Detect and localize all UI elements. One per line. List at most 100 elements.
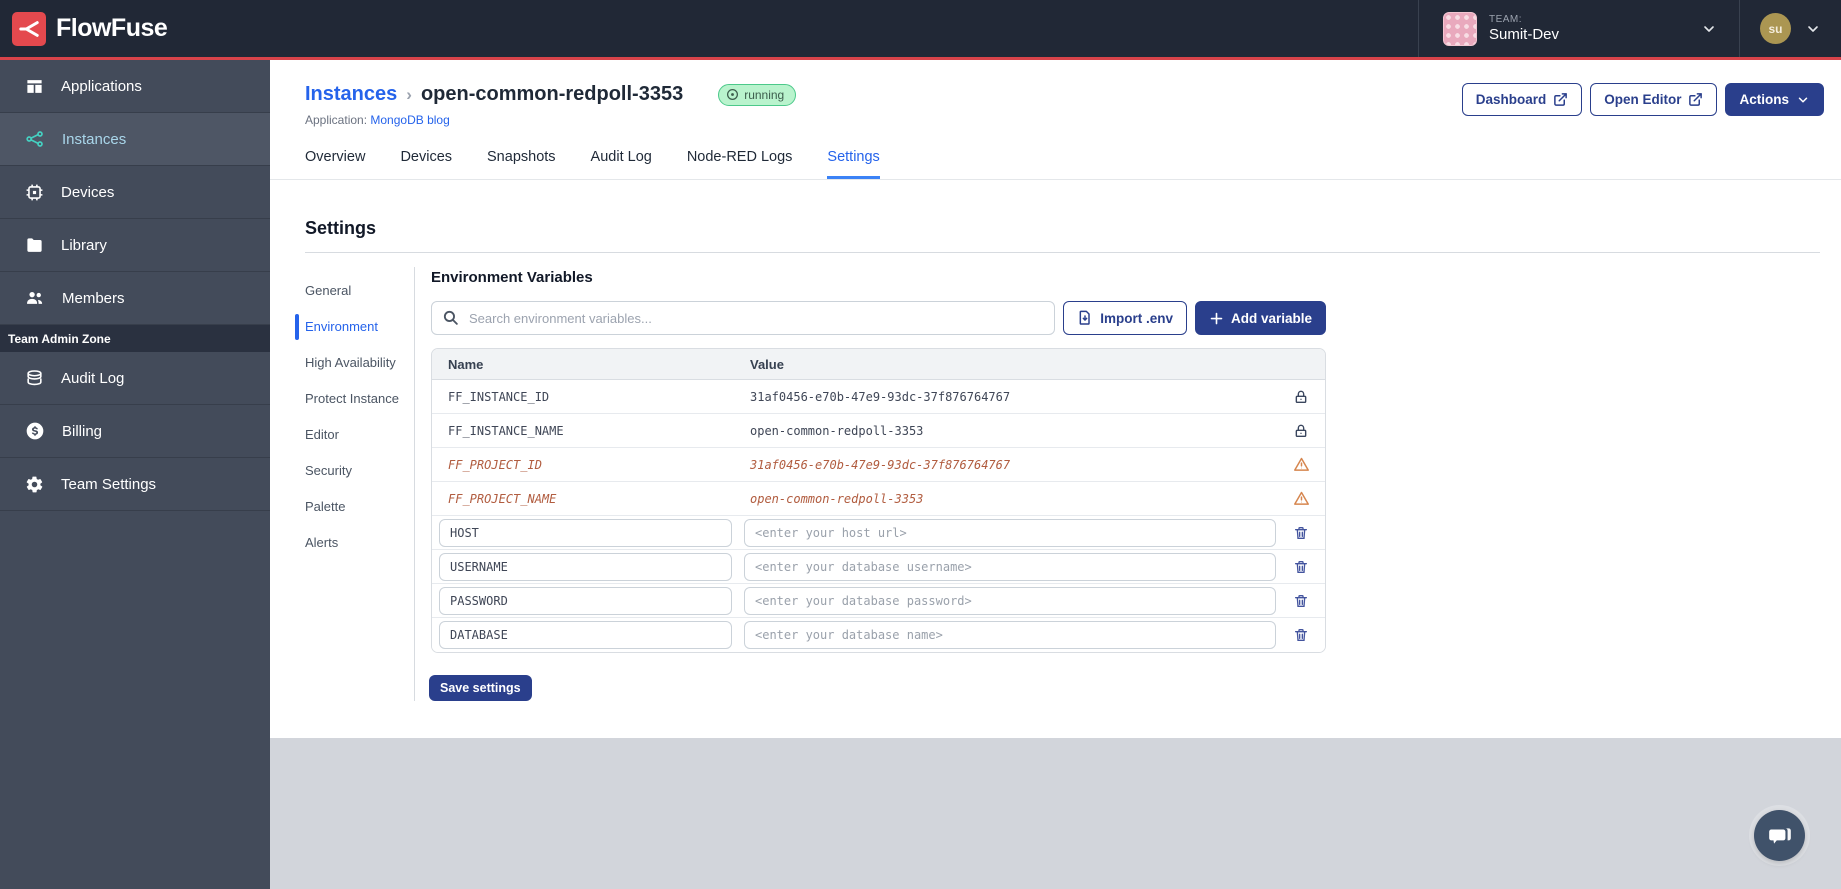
section-title: Environment Variables [431,269,593,286]
env-variable-row: FF_INSTANCE_ID 31af0456-e70b-47e9-93dc-37… [432,380,1325,414]
env-variable-row [432,516,1325,550]
settings-nav-high-availability[interactable]: High Availability [305,345,414,381]
settings-nav-alerts[interactable]: Alerts [305,525,414,561]
sidebar-item-library[interactable]: Library [0,219,270,272]
env-variable-value: 31af0456-e70b-47e9-93dc-37f876764767 [750,389,1011,404]
settings-divider [305,252,1820,253]
env-name-input[interactable] [439,552,732,581]
env-variable-row: FF_INSTANCE_NAME open-common-redpoll-3353 [432,414,1325,448]
sidebar-item-audit-log[interactable]: Audit Log [0,352,270,405]
sidebar: Applications Instances Devices Library M… [0,60,270,889]
devices-icon [26,184,43,200]
search-input[interactable] [431,301,1056,335]
delete-icon [1295,629,1307,641]
running-status-icon [727,89,739,100]
user-menu[interactable]: su [1740,0,1841,57]
settings-nav-security[interactable]: Security [305,453,414,489]
chevron-down-icon [1704,25,1714,32]
team-avatar [1442,11,1477,46]
flowfuse-logo[interactable]: FlowFuse [0,11,168,46]
settings-nav-general[interactable]: General [305,273,414,309]
sidebar-item-team-settings[interactable]: Team Settings [0,458,270,511]
env-value-input[interactable] [744,621,1276,649]
add-variable-button[interactable]: Add variable [1194,301,1326,335]
tab-snapshots[interactable]: Snapshots [487,149,556,179]
env-variable-name: FF_PROJECT_ID [448,457,542,472]
warning-icon [1293,457,1309,471]
settings-nav-protect-instance[interactable]: Protect Instance [305,381,414,417]
chevron-down-icon [1808,25,1818,32]
env-variable-value: open-common-redpoll-3353 [750,423,924,438]
settings-nav-palette[interactable]: Palette [305,489,414,525]
delete-icon [1295,526,1307,539]
brand-name: FlowFuse [56,14,168,42]
dashboard-button[interactable]: Dashboard [1461,83,1583,116]
application-label: Application: [305,113,368,127]
audit-log-icon [27,369,42,385]
tab-node-red-logs[interactable]: Node-RED Logs [687,149,793,179]
user-avatar: su [1760,13,1791,44]
sidebar-item-billing[interactable]: Billing [0,405,270,458]
env-variables-table: Name Value FF_INSTANCE_ID 31af0456-e70b-4… [431,348,1326,653]
sidebar-item-applications[interactable]: Applications [0,60,270,113]
billing-icon [26,422,44,440]
tab-audit-log[interactable]: Audit Log [591,149,652,179]
column-header-value: Value [750,356,784,372]
tab-overview[interactable]: Overview [305,149,365,179]
env-value-input[interactable] [744,586,1276,615]
application-link[interactable]: MongoDB blog [370,113,449,127]
team-label: TEAM: [1488,14,1523,25]
chevron-down-icon [1798,96,1808,103]
brand-accent-line [0,57,1841,60]
external-link-icon [1554,93,1568,106]
sidebar-item-members[interactable]: Members [0,272,270,325]
env-value-input[interactable] [744,552,1276,581]
env-name-input[interactable] [439,586,732,615]
document-download-icon [1079,310,1090,325]
lock-icon [1295,424,1307,437]
sidebar-item-devices[interactable]: Devices [0,166,270,219]
flowfuse-logo-icon [12,11,46,46]
env-variable-value: open-common-redpoll-3353 [750,491,924,506]
warning-icon [1293,491,1309,505]
actions-button[interactable]: Actions [1725,83,1824,116]
team-admin-zone-label: Team Admin Zone [0,325,270,352]
tab-devices[interactable]: Devices [400,149,452,179]
breadcrumb-instances-link[interactable]: Instances [305,83,397,106]
main-content: Instances › open-common-redpoll-3353 run… [270,60,1841,738]
delete-variable-button[interactable] [1291,625,1311,645]
tab-settings[interactable]: Settings [827,149,880,179]
delete-variable-button[interactable] [1291,591,1311,611]
import-env-button[interactable]: Import .env [1063,301,1187,335]
members-icon [27,292,43,304]
settings-nav-environment[interactable]: Environment [295,309,414,345]
lock-icon [1295,390,1307,403]
env-value-input[interactable] [744,518,1276,547]
env-name-input[interactable] [439,621,732,649]
plus-icon [1210,312,1223,324]
delete-variable-button[interactable] [1291,523,1311,543]
breadcrumb-separator: › [406,84,412,104]
status-badge: running [718,83,797,106]
env-variable-row [432,550,1325,584]
settings-nav-editor[interactable]: Editor [305,417,414,453]
delete-icon [1295,560,1307,573]
chat-icon [1768,827,1791,844]
delete-icon [1295,594,1307,607]
settings-heading: Settings [305,218,377,238]
sidebar-item-instances[interactable]: Instances [0,113,270,166]
save-settings-button[interactable]: Save settings [429,675,532,701]
search-icon [443,310,458,325]
external-link-icon [1689,93,1703,106]
instances-icon [26,131,43,147]
env-variable-row [432,584,1325,618]
env-variable-row [432,618,1325,652]
delete-variable-button[interactable] [1291,557,1311,577]
team-selector[interactable]: TEAM: Sumit-Dev [1419,0,1739,57]
open-editor-button[interactable]: Open Editor [1590,83,1718,116]
chat-widget-button[interactable] [1754,810,1805,861]
env-name-input[interactable] [439,518,732,547]
env-variable-name: FF_INSTANCE_ID [448,389,550,404]
env-variable-name: FF_INSTANCE_NAME [448,423,564,438]
table-header: Name Value [432,349,1325,380]
